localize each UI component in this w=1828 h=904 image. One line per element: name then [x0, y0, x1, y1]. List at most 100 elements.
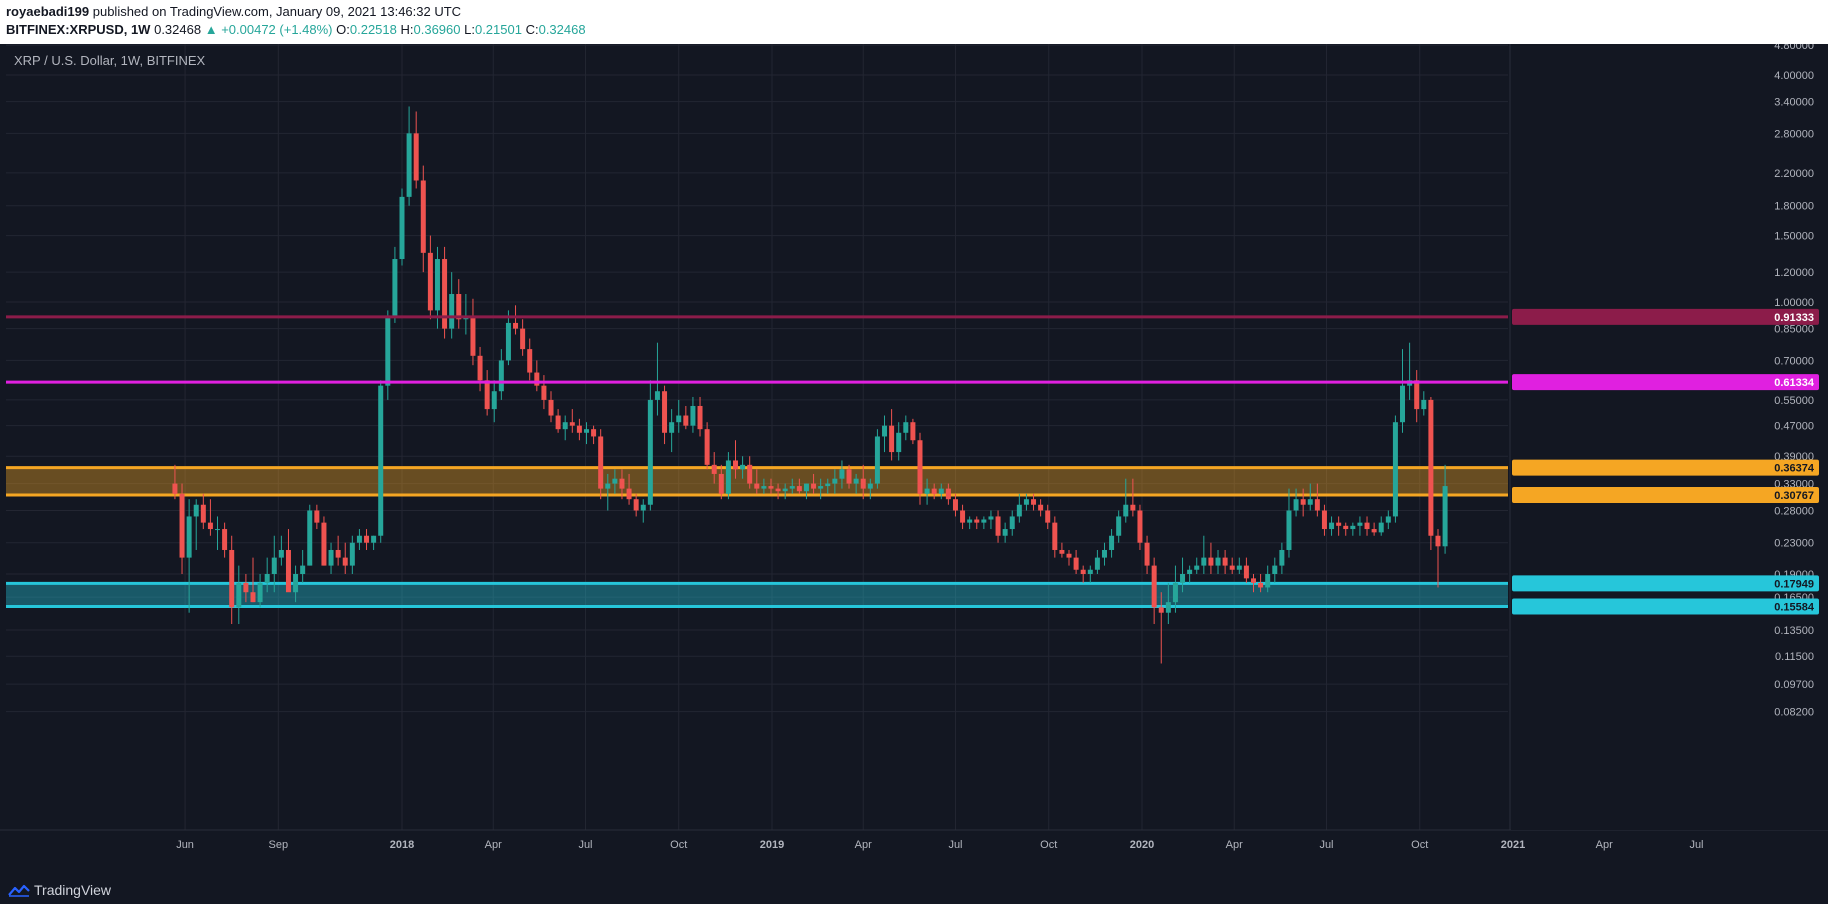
candle-body[interactable]	[683, 415, 689, 426]
candle-body[interactable]	[1016, 504, 1022, 517]
candle-body[interactable]	[1258, 582, 1264, 588]
candle-body[interactable]	[179, 493, 185, 558]
candle-body[interactable]	[293, 574, 299, 593]
candle-body[interactable]	[278, 549, 284, 558]
candle-body[interactable]	[1109, 535, 1115, 550]
candle-body[interactable]	[818, 486, 824, 489]
candle-body[interactable]	[846, 469, 852, 484]
candle-body[interactable]	[484, 380, 490, 410]
candle-body[interactable]	[1201, 557, 1207, 566]
candle-body[interactable]	[1158, 607, 1164, 613]
candle-body[interactable]	[385, 315, 391, 386]
candle-body[interactable]	[236, 582, 242, 608]
candle-body[interactable]	[285, 549, 291, 593]
candle-body[interactable]	[1194, 565, 1200, 570]
candle-body[interactable]	[945, 488, 951, 500]
candle-body[interactable]	[427, 252, 433, 311]
candle-body[interactable]	[576, 425, 582, 433]
candle-body[interactable]	[733, 460, 739, 470]
candle-body[interactable]	[860, 478, 866, 489]
candle-body[interactable]	[1222, 557, 1228, 566]
candle-body[interactable]	[1421, 399, 1427, 410]
candle-body[interactable]	[1172, 582, 1178, 603]
candle-body[interactable]	[392, 259, 398, 316]
candle-body[interactable]	[1059, 549, 1065, 554]
candle-body[interactable]	[825, 483, 831, 487]
candle-body[interactable]	[1250, 578, 1256, 583]
candle-body[interactable]	[988, 516, 994, 520]
candle-body[interactable]	[754, 483, 760, 489]
candle-body[interactable]	[356, 535, 362, 543]
candle-body[interactable]	[1236, 565, 1242, 570]
candle-body[interactable]	[1371, 529, 1377, 533]
candle-body[interactable]	[1101, 549, 1107, 558]
candle-body[interactable]	[605, 483, 611, 489]
candle-body[interactable]	[1151, 565, 1157, 608]
candle-body[interactable]	[938, 488, 944, 494]
candle-body[interactable]	[434, 259, 440, 311]
candle-body[interactable]	[413, 133, 419, 181]
candle-body[interactable]	[874, 436, 880, 484]
candle-body[interactable]	[591, 429, 597, 437]
tradingview-logo-icon[interactable]	[8, 883, 30, 897]
candle-body[interactable]	[676, 415, 682, 423]
candle-body[interactable]	[229, 549, 235, 608]
candle-body[interactable]	[1400, 385, 1406, 423]
candle-body[interactable]	[406, 133, 412, 197]
candle-body[interactable]	[1066, 553, 1072, 558]
candle-body[interactable]	[910, 422, 916, 441]
candle-body[interactable]	[1286, 510, 1292, 550]
candle-body[interactable]	[697, 405, 703, 430]
candle-body[interactable]	[491, 391, 497, 410]
candle-body[interactable]	[967, 519, 973, 523]
candle-body[interactable]	[725, 460, 731, 494]
candle-body[interactable]	[690, 405, 696, 426]
candle-body[interactable]	[569, 422, 575, 426]
candle-body[interactable]	[1187, 569, 1193, 574]
candle-body[interactable]	[882, 425, 888, 437]
candle-body[interactable]	[1208, 557, 1214, 566]
candle-body[interactable]	[924, 488, 930, 494]
candle-body[interactable]	[853, 478, 859, 484]
candle-body[interactable]	[995, 516, 1001, 536]
candle-body[interactable]	[449, 294, 455, 329]
candle-body[interactable]	[583, 429, 589, 433]
candle-body[interactable]	[527, 349, 533, 373]
candle-body[interactable]	[1023, 499, 1029, 505]
candle-body[interactable]	[960, 510, 966, 523]
candle-body[interactable]	[1123, 504, 1129, 517]
candle-body[interactable]	[420, 180, 426, 253]
candle-body[interactable]	[669, 422, 675, 433]
tradingview-brand[interactable]: TradingView	[34, 882, 111, 898]
candle-body[interactable]	[243, 582, 249, 593]
candle-body[interactable]	[1229, 565, 1235, 570]
candle-body[interactable]	[548, 399, 554, 416]
candle-body[interactable]	[747, 464, 753, 484]
candle-body[interactable]	[1321, 510, 1327, 530]
candle-body[interactable]	[662, 391, 668, 433]
candle-body[interactable]	[1272, 565, 1278, 574]
price-chart[interactable]: 4.80000 4.00000 3.40000 2.80000 2.20000 1.800…	[0, 44, 1828, 876]
candle-body[interactable]	[541, 385, 547, 400]
candle-body[interactable]	[555, 415, 561, 430]
candle-body[interactable]	[498, 360, 504, 392]
candle-body[interactable]	[222, 529, 228, 550]
candle-body[interactable]	[399, 196, 405, 260]
candle-body[interactable]	[1265, 574, 1271, 588]
candle-body[interactable]	[314, 510, 320, 523]
candle-body[interactable]	[896, 432, 902, 453]
candle-body[interactable]	[1364, 522, 1370, 530]
candle-body[interactable]	[1378, 522, 1384, 533]
candle-body[interactable]	[200, 504, 206, 523]
candle-body[interactable]	[335, 549, 341, 558]
candle-body[interactable]	[981, 519, 987, 523]
candle-body[interactable]	[513, 322, 519, 329]
candle-body[interactable]	[1165, 602, 1171, 613]
candle-body[interactable]	[619, 478, 625, 489]
candle-body[interactable]	[1314, 499, 1320, 511]
candle-body[interactable]	[839, 469, 845, 479]
candle-body[interactable]	[931, 488, 937, 494]
candle-body[interactable]	[1002, 529, 1008, 536]
candle-body[interactable]	[300, 565, 306, 574]
candle-body[interactable]	[1293, 499, 1299, 511]
